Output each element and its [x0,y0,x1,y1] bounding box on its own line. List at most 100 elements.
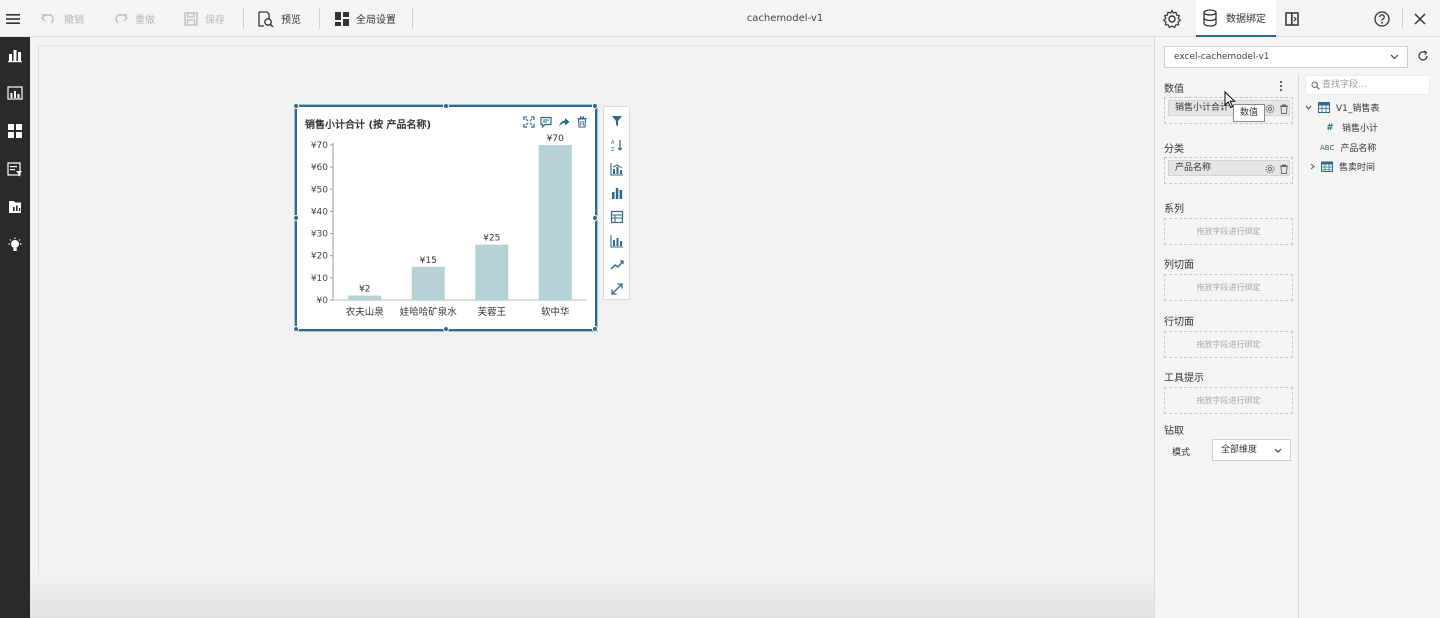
hover-tooltip: 数值 [1233,104,1266,122]
more-options-icon[interactable] [1279,80,1283,92]
resize-handle[interactable] [592,326,598,332]
field-search-input[interactable]: 查找字段... [1305,75,1430,95]
column-chart-icon[interactable] [610,186,624,200]
report-chart-icon [9,201,21,213]
mouse-cursor-icon [1224,91,1236,109]
values-chip-label: 销售小计合计 [1175,103,1230,113]
redo-button[interactable]: 重做 [111,0,155,37]
panel-toggle-icon [1285,11,1299,26]
analysis-chart-icon[interactable] [610,162,624,176]
grid-icon [8,124,22,138]
table-icon [1318,102,1330,113]
series-well[interactable]: 拖放字段进行绑定 [1164,218,1293,245]
resize-handle[interactable] [592,215,598,221]
sort-icon[interactable]: AZ [610,138,624,152]
resize-handle[interactable] [443,326,449,332]
series-label: 系列 [1164,204,1184,215]
tab-data-binding-label: 数据绑定 [1226,14,1266,25]
y-tick-label: ¥40 [311,207,328,217]
resize-handle[interactable] [293,326,299,332]
category-well[interactable]: 产品名称 [1164,157,1293,184]
x-tick-label: 芙蓉王 [477,306,506,318]
menu-button[interactable] [6,0,20,37]
datasource-value: excel-cachemodel-v1 [1174,52,1270,62]
x-tick-label: 农夫山泉 [346,306,385,318]
tooltip-section-label: 工具提示 [1164,373,1204,384]
save-icon [184,11,198,26]
filter-icon[interactable] [610,114,624,128]
drill-mode-select[interactable]: 全部维度 [1212,439,1291,461]
insights-button[interactable] [5,235,25,255]
chevron-down-icon [1390,54,1399,60]
global-settings-button[interactable]: 全局设置 [334,0,396,37]
resize-handle[interactable] [443,103,449,109]
fullscreen-icon[interactable] [610,282,624,296]
refresh-icon[interactable] [1417,50,1429,62]
mode-label: 模式 [1172,448,1191,458]
delete-icon[interactable] [1279,104,1289,114]
y-tick-label: ¥50 [311,185,328,195]
y-tick-label: ¥70 [311,141,328,151]
tree-field-product-name[interactable]: ABC 产品名称 [1320,141,1376,155]
resize-handle[interactable] [293,103,299,109]
resize-handle[interactable] [293,215,299,221]
redo-icon [115,13,128,24]
chart-type-button[interactable] [5,83,25,103]
gear-icon[interactable] [1265,104,1275,114]
field-list-divider [1298,74,1299,618]
chart-insert-button[interactable] [5,45,25,65]
left-sidebar [0,37,30,618]
preview-button[interactable]: 预览 [257,0,301,37]
y-tick-label: ¥30 [311,230,328,240]
datasource-select[interactable]: excel-cachemodel-v1 [1164,46,1408,68]
row-facet-label: 行切面 [1164,317,1194,328]
y-tick-label: ¥10 [311,274,328,284]
x-tick-label: 软中华 [541,306,570,318]
chart-widget[interactable]: 销售小计合计 (按 产品名称) ¥0 ¥10 ¥20 ¥30 ¥40 ¥50 ¥60 ¥70 ¥… [293,103,598,332]
settings-button[interactable] [1162,0,1182,37]
top-toolbar: 撤销 重做 保存 预览 全局设置 cachemodel-v1 数据绑定 [0,0,1440,37]
data-table-icon[interactable] [610,210,624,224]
data-label: ¥2 [359,285,370,295]
drop-placeholder: 拖放字段进行绑定 [1196,227,1261,236]
undo-button[interactable]: 撤销 [40,0,84,37]
chart-settings-icon[interactable] [610,234,624,248]
y-tick-label: ¥20 [311,252,328,262]
filter-panel-button[interactable] [5,159,25,179]
column-facet-well[interactable]: 拖放字段进行绑定 [1164,274,1293,301]
field-name: 销售小计 [1342,124,1379,134]
tree-table-node[interactable]: V1_销售表 [1305,101,1379,114]
bar-chart: ¥0 ¥10 ¥20 ¥30 ¥40 ¥50 ¥60 ¥70 ¥2 农夫山泉 ¥15 娃哈哈矿泉水 ¥2… [311,134,587,318]
save-button[interactable]: 保存 [183,0,225,37]
toggle-panel-button[interactable] [1285,0,1299,37]
data-label: ¥70 [547,134,564,144]
y-tick-label: ¥60 [311,163,328,173]
drop-placeholder: 拖放字段进行绑定 [1196,396,1261,405]
values-label: 数值 [1164,84,1184,95]
gear-icon[interactable] [1265,164,1275,174]
resize-handle[interactable] [592,103,598,109]
toolbar-divider [412,8,413,29]
close-button[interactable] [1414,0,1426,37]
drop-placeholder: 拖放字段进行绑定 [1196,283,1261,292]
tooltip-well[interactable]: 拖放字段进行绑定 [1164,387,1293,414]
help-button[interactable] [1374,0,1390,37]
close-icon [1414,12,1426,25]
drill-mode-value: 全部维度 [1221,445,1258,455]
bar [538,145,572,300]
tree-field-sale-time[interactable]: 售卖时间 [1310,160,1375,173]
bar [411,266,445,300]
undo-icon [41,13,54,24]
delete-icon[interactable] [1279,164,1289,174]
lightbulb-icon [8,237,22,251]
preview-label: 预览 [281,15,301,26]
row-facet-well[interactable]: 拖放字段进行绑定 [1164,331,1293,358]
layout-button[interactable] [5,121,25,141]
trend-line-icon[interactable] [610,258,624,272]
tab-data-binding[interactable]: 数据绑定 [1196,0,1276,37]
category-field-chip[interactable]: 产品名称 [1168,160,1290,176]
toolbar-divider [319,8,320,29]
undo-label: 撤销 [64,15,84,26]
tree-field-sales-subtotal[interactable]: # 销售小计 [1324,121,1379,135]
report-button[interactable] [5,197,25,217]
